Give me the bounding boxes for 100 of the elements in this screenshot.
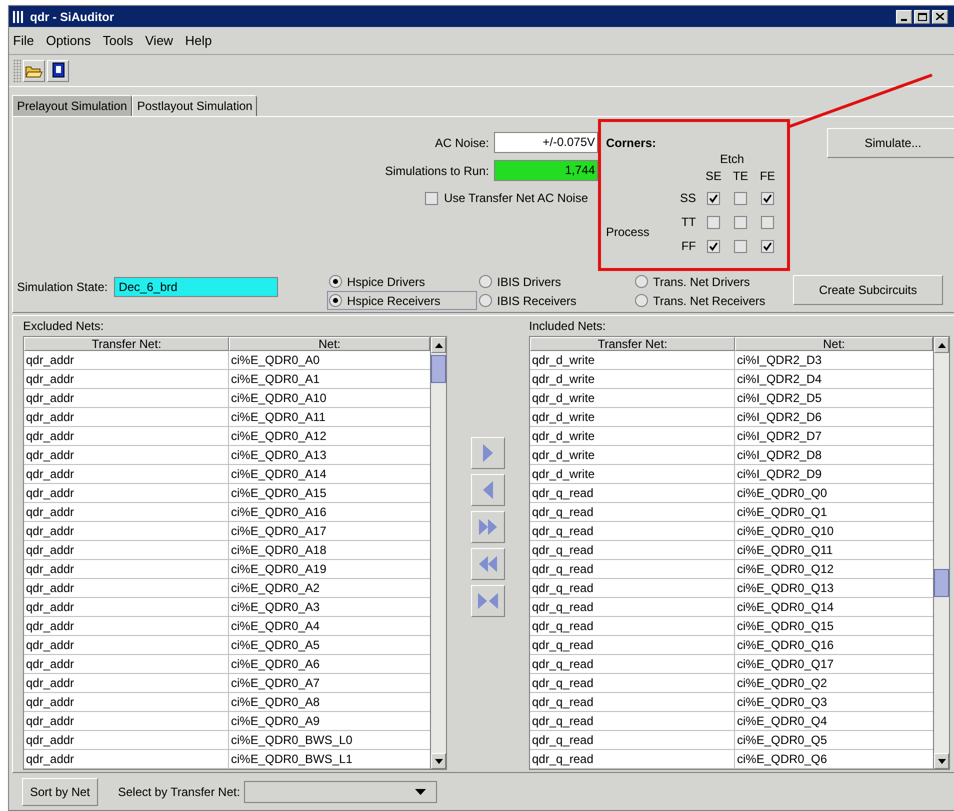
field-label: AC Noise: bbox=[434, 134, 489, 152]
table-cell-text: ci%E_QDR0_A8 bbox=[230, 694, 321, 711]
etch-label: Etch bbox=[720, 152, 746, 166]
table-cell: qdr_addr bbox=[24, 503, 229, 521]
move-all-right-button[interactable] bbox=[471, 511, 505, 543]
field-label: Simulation State: bbox=[17, 279, 108, 296]
table-cell: qdr_d_write bbox=[530, 370, 735, 388]
tab[interactable]: Prelayout Simulation bbox=[12, 95, 132, 116]
table-cell-text: ci%E_QDR0_Q1 bbox=[736, 504, 828, 521]
move-right-button[interactable] bbox=[471, 437, 505, 469]
minimize-button[interactable] bbox=[896, 10, 912, 24]
table-cell-text: ci%E_QDR0_A19 bbox=[230, 561, 328, 578]
column-header[interactable]: Transfer Net: bbox=[530, 337, 735, 351]
menu-item[interactable]: Options bbox=[46, 30, 91, 50]
field-label: Select by Transfer Net: bbox=[118, 784, 240, 801]
corner-checkbox[interactable] bbox=[761, 192, 774, 204]
transfer-noise-checkbox[interactable]: Use Transfer Net AC Noise bbox=[424, 189, 588, 207]
table-cell-text: ci%E_QDR0_A13 bbox=[230, 447, 328, 464]
table-cell: qdr_d_write bbox=[530, 351, 735, 369]
radio-option[interactable]: Hspice Drivers bbox=[327, 272, 477, 291]
table-cell: qdr_d_write bbox=[530, 389, 735, 407]
radio-option[interactable]: Trans. Net Drivers bbox=[633, 272, 793, 291]
app-icon bbox=[12, 10, 26, 24]
table-cell-text: ci%E_QDR0_A2 bbox=[230, 580, 321, 597]
column-header[interactable]: Net: bbox=[229, 337, 430, 351]
table-cell: qdr_addr bbox=[24, 731, 229, 749]
table-cell-text: ci%E_QDR0_BWS_L1 bbox=[230, 751, 354, 768]
menu-item[interactable]: View bbox=[145, 30, 174, 50]
scroll-up-icon[interactable] bbox=[934, 337, 949, 353]
table-cell: qdr_q_read bbox=[530, 560, 735, 578]
corner-checkbox[interactable] bbox=[734, 240, 747, 252]
table-cell: qdr_addr bbox=[24, 636, 229, 654]
corner-checkbox[interactable] bbox=[734, 216, 747, 228]
column-header[interactable]: Net: bbox=[735, 337, 933, 351]
table-cell-text: ci%E_QDR0_Q5 bbox=[736, 732, 828, 749]
table-cell: qdr_addr bbox=[24, 408, 229, 426]
scroll-down-icon[interactable] bbox=[431, 753, 446, 769]
table-cell-text: ci%E_QDR0_A5 bbox=[230, 637, 321, 654]
table-cell: qdr_d_write bbox=[530, 465, 735, 483]
table-cell: qdr_q_read bbox=[530, 484, 735, 502]
table-cell-text: ci%I_QDR2_D3 bbox=[736, 352, 823, 369]
table-cell: qdr_addr bbox=[24, 712, 229, 730]
table-cell: qdr_addr bbox=[24, 484, 229, 502]
table-cell-text: ci%E_QDR0_A4 bbox=[230, 618, 321, 635]
corner-checkbox[interactable] bbox=[734, 192, 747, 204]
table-cell-text: ci%E_QDR0_A10 bbox=[230, 390, 328, 407]
corner-checkbox[interactable] bbox=[761, 240, 774, 252]
table-cell: qdr_d_write bbox=[530, 427, 735, 445]
simulation-state-field[interactable]: Dec_6_brd bbox=[114, 277, 278, 297]
swap-button[interactable] bbox=[471, 585, 505, 617]
close-button[interactable] bbox=[932, 10, 948, 24]
open-folder-button[interactable] bbox=[23, 60, 45, 82]
table-cell-text: ci%E_QDR0_Q12 bbox=[736, 561, 835, 578]
move-all-left-button[interactable] bbox=[471, 548, 505, 580]
row-label: SS bbox=[678, 190, 697, 207]
table-cell: qdr_addr bbox=[24, 370, 229, 388]
move-left-button[interactable] bbox=[471, 474, 505, 506]
simulate-button[interactable]: Simulate... bbox=[827, 128, 954, 158]
table-cell-text: ci%E_QDR0_A12 bbox=[230, 428, 328, 445]
table-cell: qdr_addr bbox=[24, 693, 229, 711]
table-cell: qdr_q_read bbox=[530, 731, 735, 749]
scrollbar[interactable] bbox=[933, 337, 949, 769]
table-cell-text: ci%E_QDR0_Q13 bbox=[736, 580, 835, 597]
create-subcircuits-button[interactable]: Create Subcircuits bbox=[793, 275, 943, 305]
radio-option[interactable]: IBIS Receivers bbox=[477, 291, 633, 310]
radio-option[interactable]: IBIS Drivers bbox=[477, 272, 633, 291]
table-cell: qdr_q_read bbox=[530, 503, 735, 521]
table-cell-text: ci%I_QDR2_D4 bbox=[736, 371, 823, 388]
table-cell: qdr_addr bbox=[24, 579, 229, 597]
scroll-thumb[interactable] bbox=[431, 355, 446, 383]
tab[interactable]: Postlayout Simulation bbox=[132, 95, 258, 116]
corner-checkbox[interactable] bbox=[707, 240, 720, 252]
scrollbar[interactable] bbox=[430, 337, 446, 769]
table-cell: qdr_q_read bbox=[530, 579, 735, 597]
table-cell-text: ci%E_QDR0_A11 bbox=[230, 409, 326, 426]
help-button[interactable] bbox=[47, 60, 69, 82]
corner-checkbox[interactable] bbox=[707, 216, 720, 228]
menu-item[interactable]: File bbox=[13, 30, 34, 50]
sort-button[interactable]: Sort by Net bbox=[22, 778, 98, 806]
radio-option[interactable]: Trans. Net Receivers bbox=[633, 291, 793, 310]
column-header[interactable]: Transfer Net: bbox=[24, 337, 229, 351]
corner-checkbox[interactable] bbox=[707, 192, 720, 204]
table-cell-text: ci%E_QDR0_A16 bbox=[230, 504, 328, 521]
radio-option[interactable]: Hspice Receivers bbox=[327, 291, 477, 310]
menu-item[interactable]: Tools bbox=[102, 30, 134, 50]
corner-checkbox[interactable] bbox=[761, 216, 774, 228]
corners-title: Corners: bbox=[606, 136, 658, 150]
ac-noise-field[interactable]: +/-0.075V bbox=[494, 132, 598, 153]
table-cell: qdr_q_read bbox=[530, 712, 735, 730]
scroll-up-icon[interactable] bbox=[431, 337, 446, 353]
transfer-net-dropdown[interactable] bbox=[244, 781, 438, 803]
table-cell-text: ci%E_QDR0_A6 bbox=[230, 656, 321, 673]
table-cell: qdr_q_read bbox=[530, 693, 735, 711]
table-title: Excluded Nets: bbox=[23, 318, 105, 334]
scroll-down-icon[interactable] bbox=[934, 753, 949, 769]
scroll-thumb[interactable] bbox=[934, 569, 949, 597]
table-cell-text: ci%E_QDR0_A0 bbox=[230, 352, 321, 369]
menu-item[interactable]: Help bbox=[185, 30, 212, 50]
maximize-button[interactable] bbox=[914, 10, 930, 24]
table-cell-text: ci%E_QDR0_Q3 bbox=[736, 694, 828, 711]
